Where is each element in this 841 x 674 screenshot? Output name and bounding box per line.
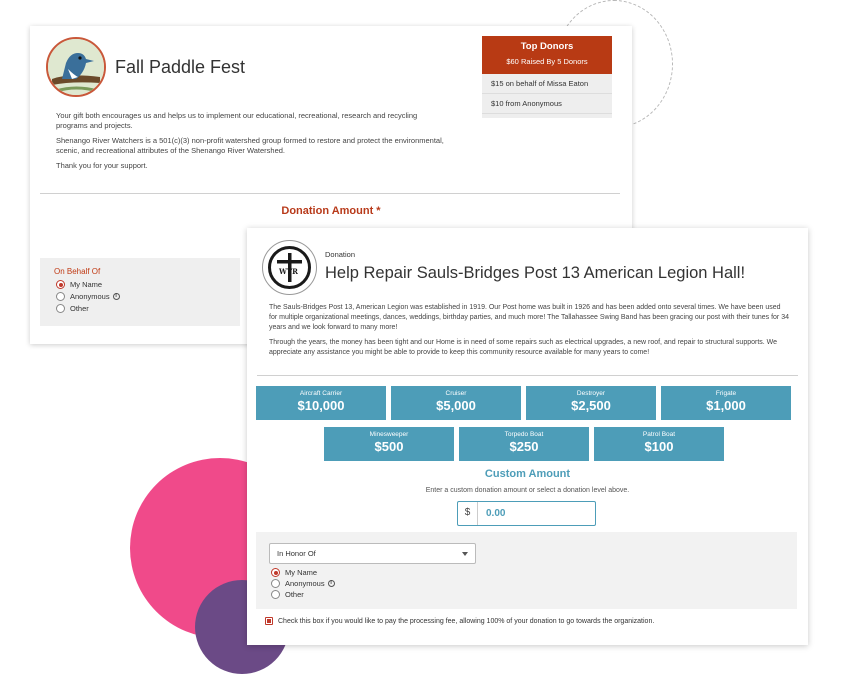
radio-other[interactable]: Other	[271, 590, 304, 599]
description-paragraph: Thank you for your support.	[56, 161, 148, 170]
radio-label: Other	[70, 304, 89, 313]
tier-button-destroyer[interactable]: Destroyer $2,500	[526, 386, 656, 420]
custom-amount-heading: Custom Amount	[484, 468, 571, 480]
radio-button[interactable]	[271, 590, 280, 599]
description-paragraph: The Sauls-Bridges Post 13, American Legi…	[269, 304, 789, 331]
radio-button[interactable]	[271, 568, 280, 577]
top-donors-summary: $60 Raised By 5 Donors	[506, 57, 588, 66]
tier-button-aircraft-carrier[interactable]: Aircraft Carrier $10,000	[256, 386, 386, 420]
radio-my-name[interactable]: My Name	[56, 280, 102, 289]
processing-fee-option[interactable]: Check this box if you would like to pay …	[265, 617, 654, 625]
campaign-description: The Sauls-Bridges Post 13, American Legi…	[269, 303, 789, 363]
top-donors-title: Top Donors	[520, 41, 574, 52]
tier-amount: $2,500	[571, 398, 611, 413]
info-circle-icon[interactable]: i	[327, 580, 335, 587]
top-donors-header: Top Donors $60 Raised By 5 Donors	[482, 36, 612, 74]
custom-amount-field[interactable]: $	[457, 501, 596, 526]
donor-entry: $10 from Anonymous	[482, 94, 612, 114]
in-honor-of-panel: In Honor Of My Name Anonymous i Other	[256, 532, 797, 609]
tier-name: Patrol Boat	[642, 431, 676, 438]
donation-kicker: Donation	[325, 250, 356, 259]
radio-anonymous[interactable]: Anonymous i	[271, 579, 335, 588]
top-donors-panel: Top Donors $60 Raised By 5 Donors $15 on…	[482, 36, 612, 118]
tier-amount: $5,000	[436, 398, 476, 413]
donor-entry: $15 on behalf of Missa Eaton	[482, 74, 612, 94]
select-value: In Honor Of	[277, 549, 316, 558]
tier-name: Frigate	[715, 390, 737, 397]
tier-amount: $10,000	[297, 398, 345, 413]
cross-emblem-icon: WTR	[277, 253, 302, 282]
on-behalf-of-panel: On Behalf Of My Name Anonymous i Other	[40, 258, 240, 326]
description-paragraph: Shenango River Watchers is a 501(c)(3) n…	[56, 136, 444, 155]
tier-name: Aircraft Carrier	[299, 390, 343, 397]
logo-ring: WTR	[268, 246, 311, 289]
in-honor-of-select[interactable]: In Honor Of	[269, 543, 476, 564]
donation-amount-heading: Donation Amount *	[281, 205, 381, 217]
radio-label: Anonymous	[70, 292, 110, 301]
radio-button[interactable]	[56, 280, 65, 289]
tier-button-frigate[interactable]: Frigate $1,000	[661, 386, 791, 420]
radio-my-name[interactable]: My Name	[271, 568, 317, 577]
description-paragraph: Through the years, the money has been ti…	[269, 339, 778, 356]
tier-name: Torpedo Boat	[504, 431, 544, 438]
custom-amount-input[interactable]	[478, 508, 588, 519]
tier-amount: $250	[509, 439, 539, 454]
radio-label: Anonymous	[285, 579, 325, 588]
tier-amount: $100	[644, 439, 674, 454]
tier-name: Destroyer	[576, 390, 606, 397]
processing-fee-checkbox[interactable]	[265, 617, 273, 625]
radio-label: My Name	[285, 568, 318, 577]
on-behalf-of-label: On Behalf Of	[54, 267, 101, 276]
kingfisher-bird-icon	[48, 39, 104, 95]
tier-name: Cruiser	[445, 390, 467, 397]
radio-anonymous[interactable]: Anonymous i	[56, 292, 120, 301]
chevron-down-icon	[462, 552, 468, 556]
tier-button-minesweeper[interactable]: Minesweeper $500	[324, 427, 454, 461]
campaign-description: Your gift both encourages us and helps u…	[56, 111, 446, 176]
kingfisher-logo	[46, 37, 106, 97]
divider	[257, 375, 798, 376]
legion-post-logo: WTR	[262, 240, 317, 295]
page-title: Help Repair Sauls-Bridges Post 13 Americ…	[325, 264, 746, 282]
radio-button[interactable]	[271, 579, 280, 588]
tier-button-torpedo-boat[interactable]: Torpedo Boat $250	[459, 427, 589, 461]
logo-letters: WTR	[278, 267, 298, 276]
tier-amount: $500	[374, 439, 404, 454]
page-title: Fall Paddle Fest	[115, 57, 246, 77]
custom-amount-hint: Enter a custom donation amount or select…	[425, 487, 630, 494]
radio-label: Other	[285, 590, 304, 599]
tier-button-patrol-boat[interactable]: Patrol Boat $100	[594, 427, 724, 461]
radio-other[interactable]: Other	[56, 304, 89, 313]
divider	[40, 193, 620, 194]
description-paragraph: Your gift both encourages us and helps u…	[56, 111, 418, 130]
currency-symbol: $	[458, 502, 478, 525]
legion-hall-donation-card: WTR Donation Help Repair Sauls-Bridges P…	[247, 228, 808, 645]
info-circle-icon[interactable]: i	[112, 293, 120, 300]
tier-button-cruiser[interactable]: Cruiser $5,000	[391, 386, 521, 420]
tier-name: Minesweeper	[369, 431, 409, 438]
tier-amount: $1,000	[706, 398, 746, 413]
radio-label: My Name	[70, 280, 103, 289]
processing-fee-label: Check this box if you would like to pay …	[278, 617, 655, 625]
radio-button[interactable]	[56, 304, 65, 313]
radio-button[interactable]	[56, 292, 65, 301]
